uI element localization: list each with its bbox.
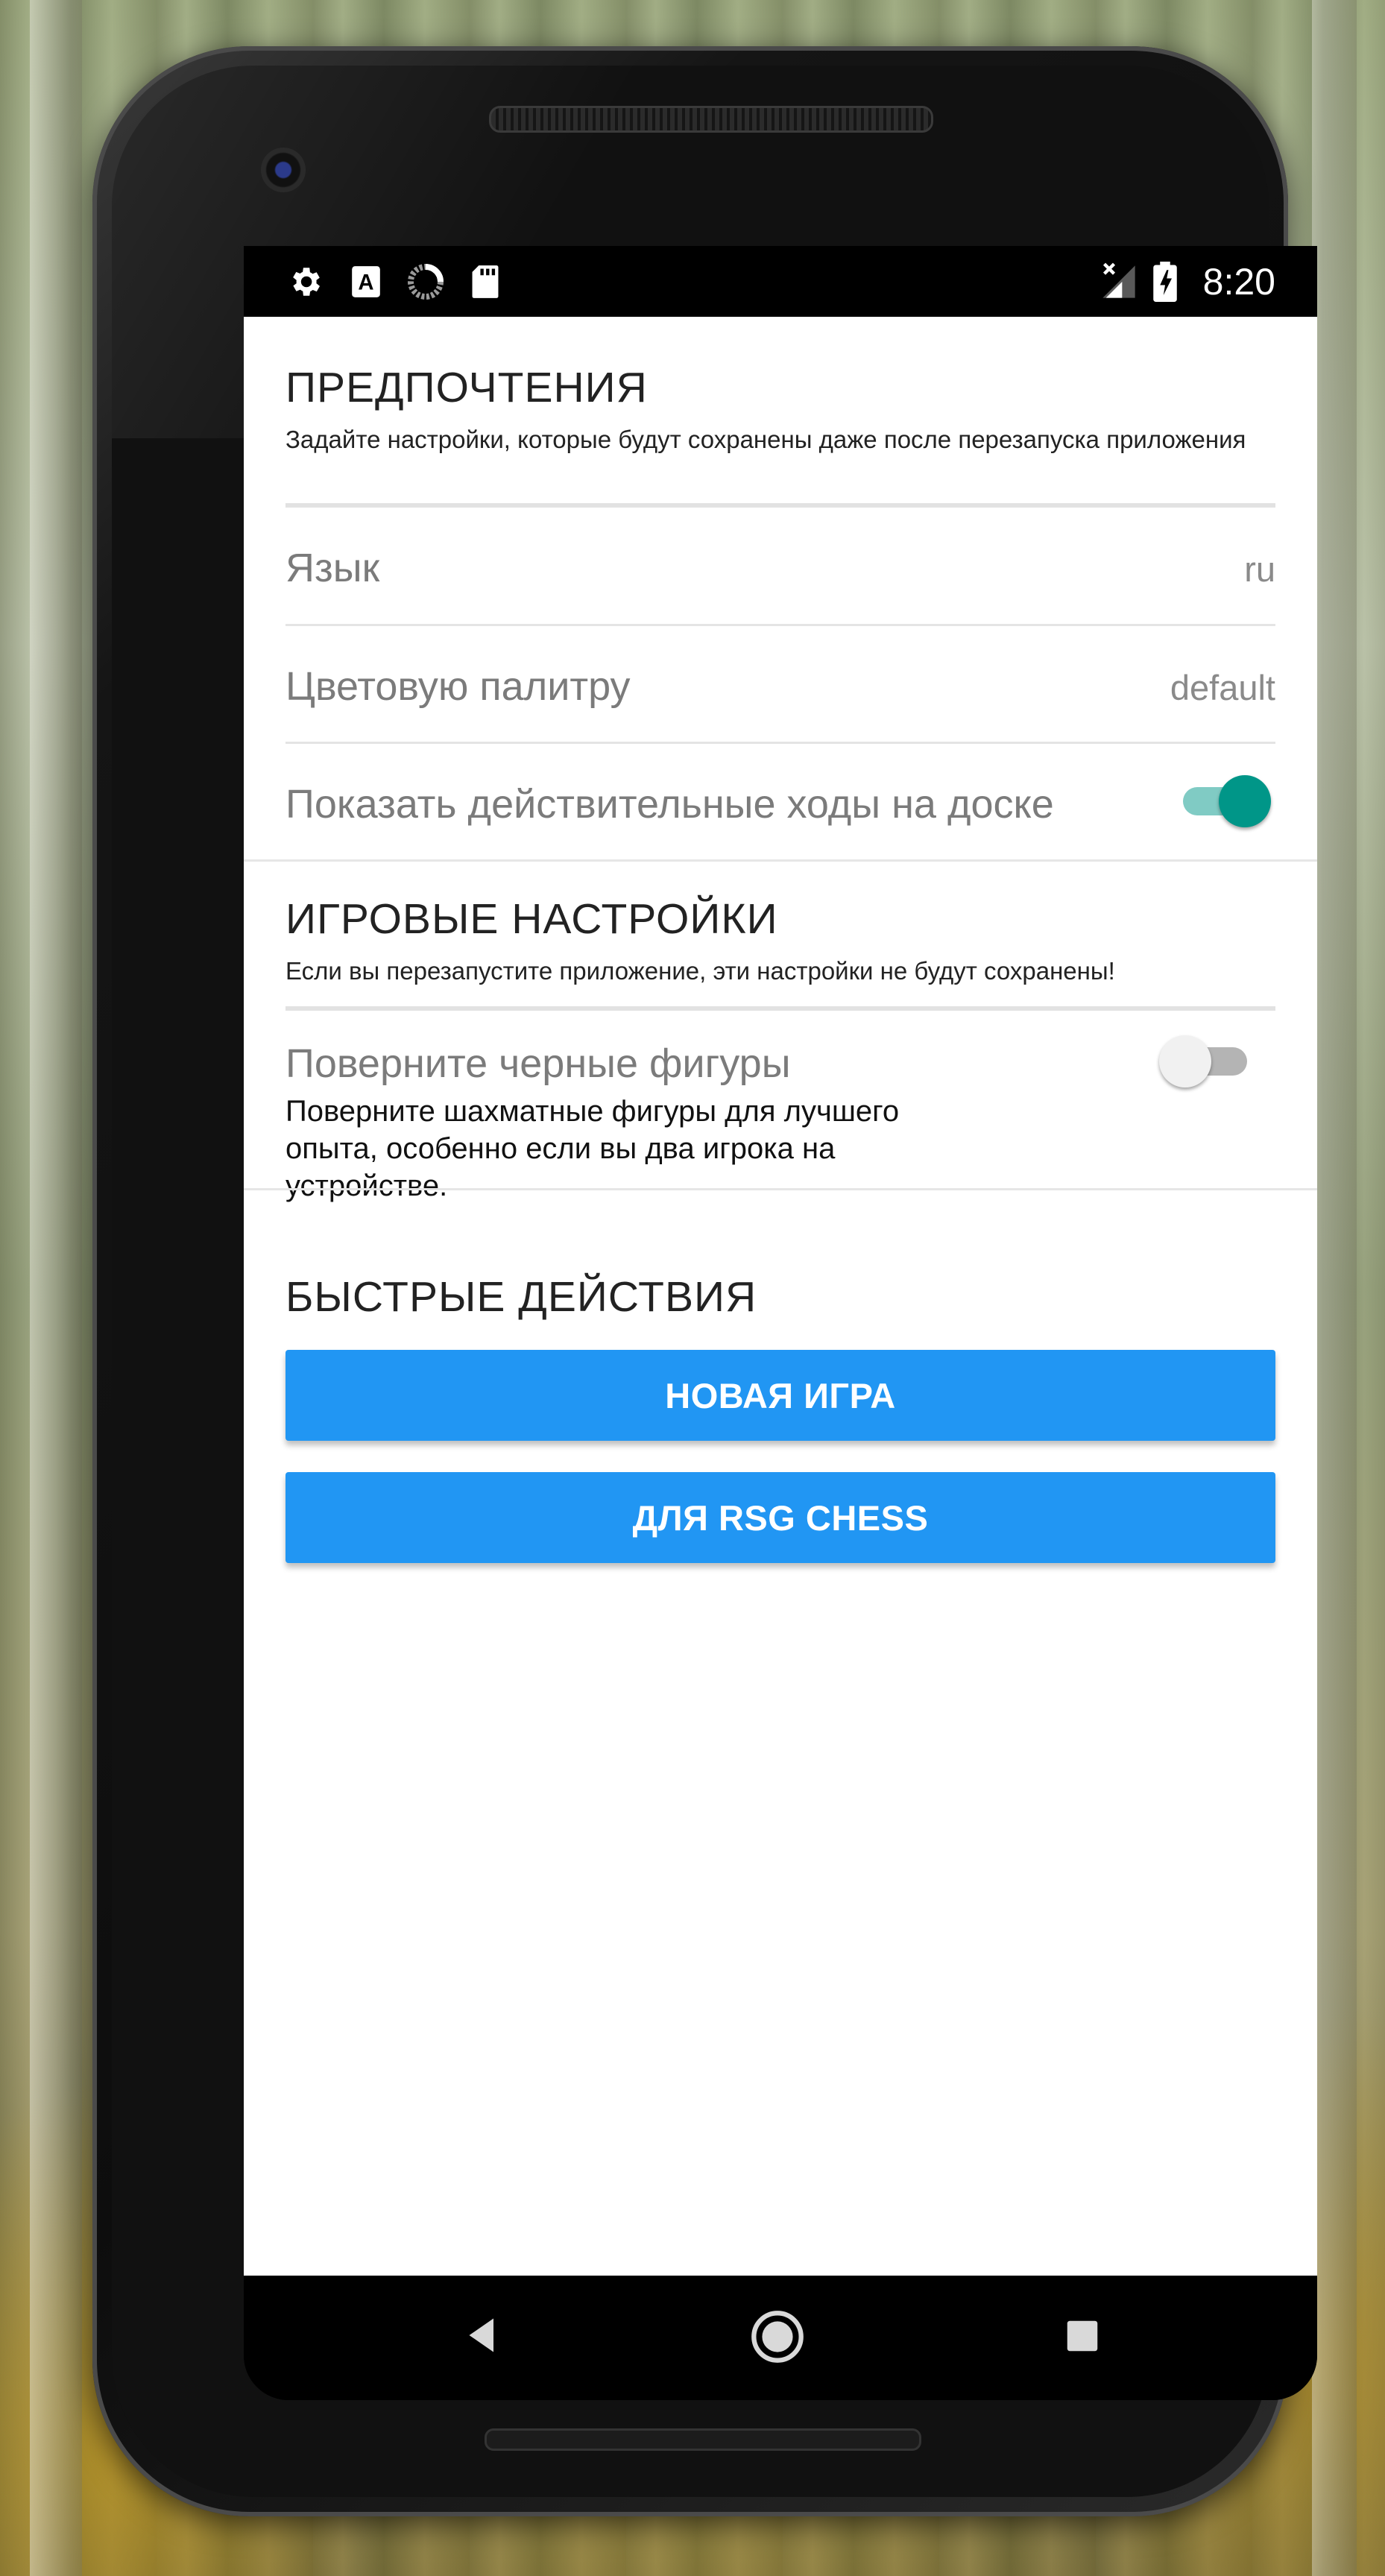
battery-charging-icon [1146, 262, 1184, 302]
earpiece-speaker [489, 106, 933, 133]
new-game-button[interactable]: НОВАЯ ИГРА [285, 1350, 1275, 1441]
svg-text:A: A [358, 271, 373, 294]
show-moves-toggle[interactable] [1176, 775, 1272, 827]
rotate-black-label: Поверните черные фигуры [285, 1041, 791, 1086]
settings-page: ПРЕДПОЧТЕНИЯ Задайте настройки, которые … [244, 317, 1317, 2276]
screen: A 8:20 ПРЕДПОЧТЕНИЯ Задайте настройки, к… [244, 246, 1317, 2400]
status-bar: A 8:20 [244, 246, 1317, 317]
phone-frame: A 8:20 ПРЕДПОЧТЕНИЯ Задайте настройки, к… [92, 46, 1317, 2516]
preferences-title: ПРЕДПОЧТЕНИЯ [285, 364, 648, 411]
home-icon[interactable] [749, 2308, 806, 2369]
background-tree [30, 0, 82, 2576]
gear-icon [285, 262, 324, 301]
preferences-description: Задайте настройки, которые будут сохране… [285, 426, 1246, 453]
show-moves-label: Показать действительные ходы на доске [285, 782, 1054, 827]
show-moves-setting[interactable]: Показать действительные ходы на доске [244, 744, 1317, 859]
text-a-icon: A [347, 262, 385, 301]
background-tree [1312, 0, 1357, 2576]
game-settings-description: Если вы перезапустите приложение, эти на… [285, 957, 1115, 985]
bottom-speaker [485, 2428, 921, 2451]
language-label: Язык [285, 546, 380, 590]
game-settings-title: ИГРОВЫЕ НАСТРОЙКИ [285, 895, 778, 943]
color-palette-setting[interactable]: Цветовую палитру default [244, 626, 1317, 742]
rotate-black-toggle[interactable] [1159, 1035, 1256, 1087]
section-divider [244, 1188, 1317, 1190]
rotate-black-setting[interactable]: Поверните черные фигуры Поверните шахмат… [244, 1011, 1317, 1202]
status-time: 8:20 [1202, 261, 1275, 303]
sd-card-icon [466, 262, 505, 301]
quick-actions-title: БЫСТРЫЕ ДЕЙСТВИЯ [285, 1273, 757, 1321]
color-palette-value: default [1170, 668, 1275, 707]
navigation-bar [244, 2276, 1317, 2400]
color-palette-label: Цветовую палитру [285, 664, 631, 709]
section-divider [244, 859, 1317, 862]
sync-progress-icon [406, 262, 445, 301]
language-setting[interactable]: Язык ru [244, 508, 1317, 624]
language-value: ru [1244, 549, 1275, 589]
about-rsg-chess-button[interactable]: ДЛЯ RSG CHESS [285, 1472, 1275, 1563]
no-signal-icon [1100, 262, 1138, 301]
front-camera [261, 148, 306, 192]
back-icon[interactable] [460, 2313, 505, 2361]
recents-icon[interactable] [1062, 2316, 1102, 2360]
